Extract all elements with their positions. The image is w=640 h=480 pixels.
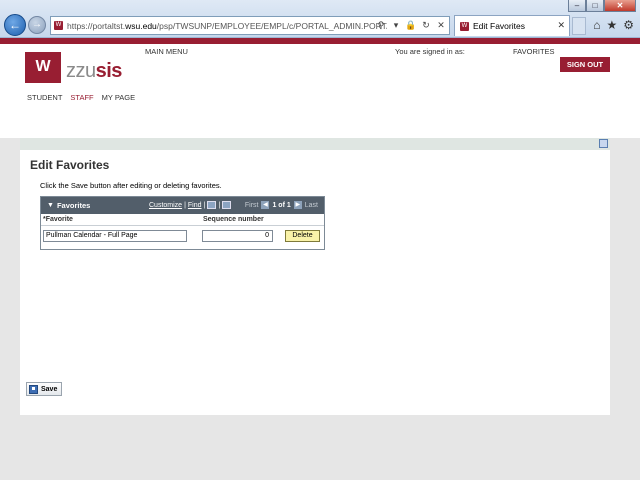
- new-window-icon[interactable]: [599, 139, 608, 148]
- sequence-number-input[interactable]: 0: [202, 230, 273, 242]
- table-row: Pullman Calendar - Full Page 0 Delete: [41, 226, 324, 246]
- lock-icon[interactable]: 🔒: [405, 18, 417, 33]
- customize-link[interactable]: Customize: [149, 202, 182, 209]
- view-all-icon[interactable]: [207, 201, 217, 209]
- col-favorite: *Favorite: [43, 216, 73, 223]
- new-tab-button[interactable]: [572, 17, 586, 35]
- tab-favicon-icon: W: [460, 21, 469, 31]
- site-favicon-icon: W: [54, 21, 63, 30]
- next-arrow-icon[interactable]: ▶: [293, 201, 302, 209]
- dropdown-arrow-icon[interactable]: ▾: [390, 18, 402, 33]
- nav-staff[interactable]: STAFF: [70, 93, 93, 102]
- find-link[interactable]: Find: [188, 202, 202, 209]
- edit-favorites-panel: Edit Favorites Click the Save button aft…: [20, 150, 610, 415]
- search-dropdown-icon[interactable]: ⚲: [375, 18, 387, 33]
- main-menu-link[interactable]: MAIN MENU: [145, 47, 188, 56]
- page-title: Edit Favorites: [30, 158, 110, 172]
- brand-bar: [0, 38, 640, 44]
- first-label[interactable]: First: [245, 202, 259, 209]
- logo-text[interactable]: zzusis: [66, 60, 122, 83]
- pagebar-strip: [20, 138, 610, 150]
- last-label[interactable]: Last: [305, 202, 318, 209]
- grid-pager: First ◀ 1 of 1 ▶ Last: [245, 201, 318, 209]
- grid-title[interactable]: Favorites: [57, 201, 90, 210]
- star-favorites-icon[interactable]: ★: [606, 18, 617, 32]
- close-window-button[interactable]: ✕: [604, 0, 636, 12]
- page: W zzusis MAIN MENU You are signed in as:…: [0, 38, 640, 480]
- sign-out-button[interactable]: SIGN OUT: [560, 57, 610, 72]
- save-label: Save: [41, 385, 58, 393]
- instructions-text: Click the Save button after editing or d…: [40, 181, 222, 190]
- gear-icon[interactable]: ⚙: [623, 18, 634, 32]
- grid-header: ▼ Favorites Customize | Find | | First ◀: [41, 197, 324, 214]
- save-button[interactable]: Save: [26, 382, 62, 396]
- refresh-icon[interactable]: ↻: [420, 18, 432, 33]
- signed-in-label: You are signed in as:: [395, 47, 465, 56]
- home-icon[interactable]: ⌂: [593, 18, 600, 32]
- save-disk-icon: [29, 384, 38, 394]
- col-sequence: Sequence number: [203, 216, 264, 223]
- maximize-button[interactable]: □: [586, 0, 604, 12]
- content-area: Edit Favorites Click the Save button aft…: [0, 138, 640, 480]
- nav-my-page[interactable]: MY PAGE: [102, 93, 135, 102]
- grid-column-headers: *Favorite Sequence number: [41, 214, 324, 226]
- prev-arrow-icon[interactable]: ◀: [261, 201, 270, 209]
- window-controls: – □ ✕: [568, 0, 636, 12]
- address-bar[interactable]: W https://portaltst.wsu.edu/psp/TWSUNP/E…: [50, 16, 450, 35]
- browser-chrome: – □ ✕ ← → W https://portaltst.wsu.edu/ps…: [0, 0, 640, 38]
- forward-button[interactable]: →: [28, 16, 46, 34]
- download-icon[interactable]: [222, 201, 232, 209]
- minimize-button[interactable]: –: [568, 0, 586, 12]
- favorites-grid: ▼ Favorites Customize | Find | | First ◀: [40, 196, 325, 250]
- collapse-triangle-icon[interactable]: ▼: [47, 202, 54, 209]
- top-nav: STUDENT STAFF MY PAGE: [27, 93, 135, 102]
- wsu-logo-icon[interactable]: W: [25, 52, 61, 83]
- tab-edit-favorites[interactable]: W Edit Favorites ✕: [454, 15, 570, 36]
- back-button[interactable]: ←: [4, 14, 26, 36]
- delete-button[interactable]: Delete: [285, 230, 320, 242]
- favorite-name-input[interactable]: Pullman Calendar - Full Page: [43, 230, 187, 242]
- tab-close-icon[interactable]: ✕: [557, 20, 565, 31]
- url-text: https://portaltst.wsu.edu/psp/TWSUNP/EMP…: [67, 20, 387, 31]
- row-count: 1 of 1: [272, 201, 291, 209]
- nav-student[interactable]: STUDENT: [27, 93, 62, 102]
- favorites-link[interactable]: FAVORITES: [513, 47, 555, 56]
- stop-icon[interactable]: ✕: [435, 18, 447, 33]
